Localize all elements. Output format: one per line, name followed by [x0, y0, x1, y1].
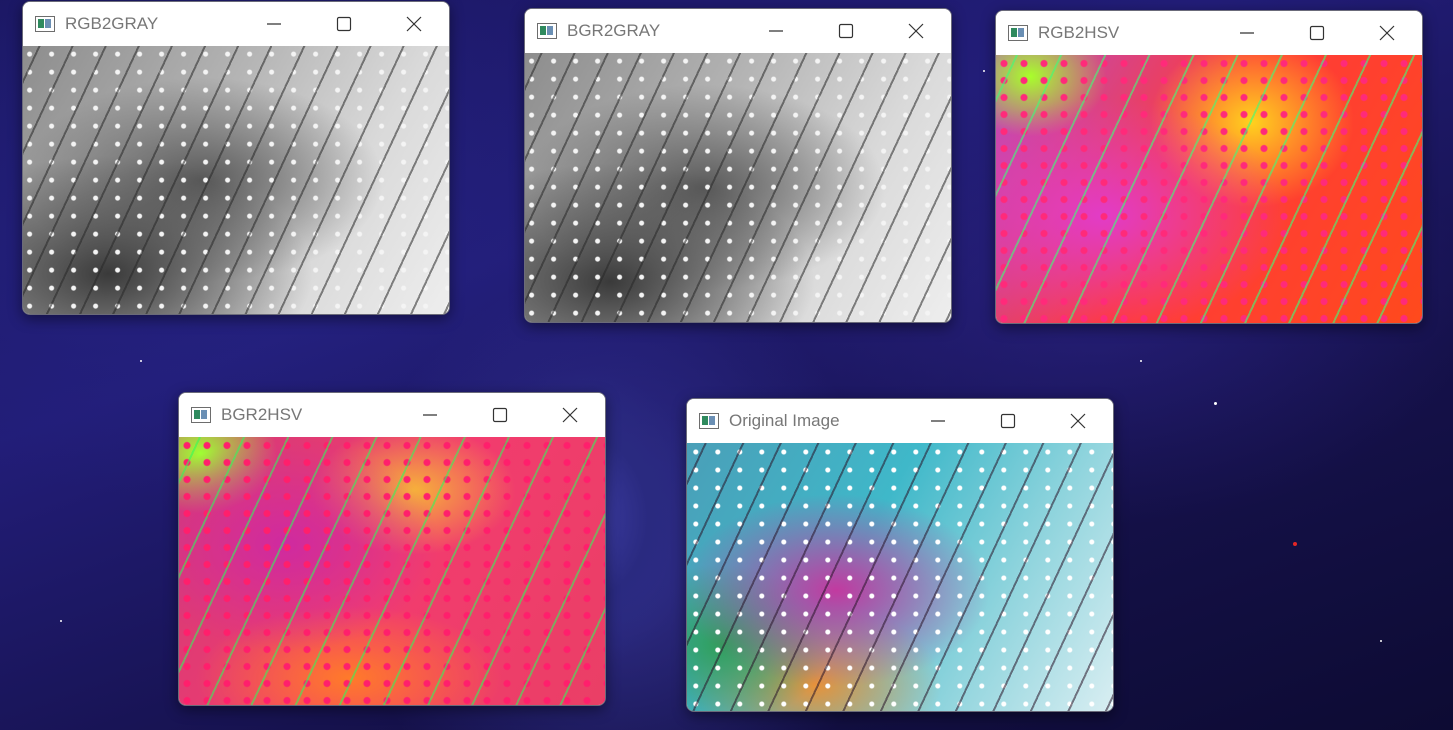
minimize-button[interactable] — [741, 9, 811, 53]
window-controls — [741, 9, 951, 53]
image-canvas — [525, 53, 951, 322]
star — [1214, 402, 1217, 405]
star — [60, 620, 62, 622]
window-bgr2gray[interactable]: BGR2GRAY — [524, 8, 952, 323]
star — [1140, 360, 1142, 362]
image-canvas — [23, 46, 449, 314]
window-title: BGR2GRAY — [567, 21, 661, 40]
minimize-button[interactable] — [903, 399, 973, 443]
star — [983, 70, 985, 72]
window-title: RGB2HSV — [1038, 23, 1120, 42]
minimize-icon — [1240, 32, 1254, 34]
maximize-button[interactable] — [1282, 11, 1352, 55]
app-icon — [1008, 25, 1028, 41]
window-titlebar[interactable]: BGR2GRAY — [525, 9, 951, 53]
window-titlebar[interactable]: Original Image — [687, 399, 1113, 443]
close-icon — [406, 16, 422, 32]
maximize-button[interactable] — [973, 399, 1043, 443]
close-button[interactable] — [535, 393, 605, 437]
window-controls — [395, 393, 605, 437]
maximize-button[interactable] — [465, 393, 535, 437]
minimize-button[interactable] — [1212, 11, 1282, 55]
maximize-icon — [492, 407, 508, 423]
window-titlebar[interactable]: RGB2GRAY — [23, 2, 449, 46]
maximize-icon — [838, 23, 854, 39]
close-button[interactable] — [1352, 11, 1422, 55]
image-canvas — [179, 437, 605, 705]
star — [1293, 542, 1297, 546]
app-icon — [191, 407, 211, 423]
minimize-icon — [931, 420, 945, 422]
window-original-image[interactable]: Original Image — [686, 398, 1114, 712]
window-titlebar[interactable]: BGR2HSV — [179, 393, 605, 437]
maximize-icon — [336, 16, 352, 32]
close-icon — [908, 23, 924, 39]
window-rgb2hsv[interactable]: RGB2HSV — [995, 10, 1423, 324]
app-icon — [537, 23, 557, 39]
window-title: BGR2HSV — [221, 405, 303, 424]
star — [1380, 640, 1382, 642]
window-title: RGB2GRAY — [65, 14, 159, 33]
minimize-button[interactable] — [395, 393, 465, 437]
image-canvas — [687, 443, 1113, 711]
app-icon — [35, 16, 55, 32]
window-bgr2hsv[interactable]: BGR2HSV — [178, 392, 606, 706]
maximize-button[interactable] — [309, 2, 379, 46]
close-icon — [562, 407, 578, 423]
close-icon — [1070, 413, 1086, 429]
minimize-icon — [267, 23, 281, 25]
close-icon — [1379, 25, 1395, 41]
window-titlebar[interactable]: RGB2HSV — [996, 11, 1422, 55]
close-button[interactable] — [881, 9, 951, 53]
maximize-icon — [1309, 25, 1325, 41]
minimize-button[interactable] — [239, 2, 309, 46]
app-icon — [699, 413, 719, 429]
window-title: Original Image — [729, 411, 840, 430]
window-controls — [1212, 11, 1422, 55]
maximize-icon — [1000, 413, 1016, 429]
star — [140, 360, 142, 362]
window-controls — [239, 2, 449, 46]
minimize-icon — [769, 30, 783, 32]
window-rgb2gray[interactable]: RGB2GRAY — [22, 1, 450, 315]
minimize-icon — [423, 414, 437, 416]
close-button[interactable] — [1043, 399, 1113, 443]
maximize-button[interactable] — [811, 9, 881, 53]
window-controls — [903, 399, 1113, 443]
image-canvas — [996, 55, 1422, 323]
close-button[interactable] — [379, 2, 449, 46]
